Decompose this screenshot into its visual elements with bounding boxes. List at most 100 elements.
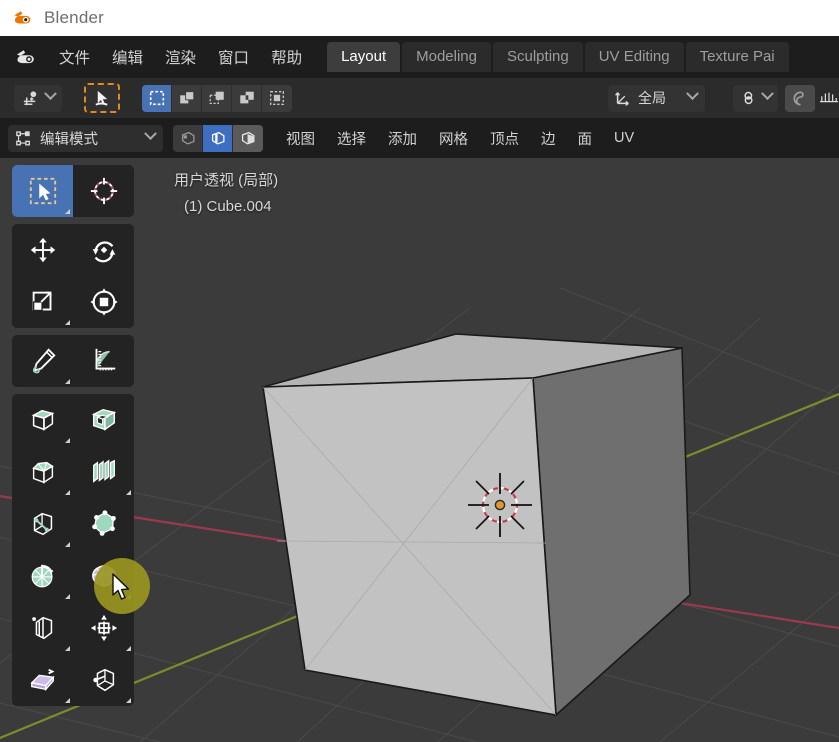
select-mode-group <box>142 84 292 112</box>
menu-render[interactable]: 渲染 <box>154 42 207 72</box>
tool-group-corner-icon <box>65 698 70 703</box>
tool-group-select <box>12 165 134 217</box>
cube-mesh <box>262 333 691 717</box>
tool-group-corner-icon <box>65 320 70 325</box>
tool-inset-faces[interactable] <box>73 394 134 446</box>
falloff-curve-icon <box>820 92 838 103</box>
tool-group-corner-icon <box>65 542 70 547</box>
transform-orientation-icon <box>615 92 629 106</box>
tool-group-annotate <box>12 335 134 387</box>
tab-texture-paint[interactable]: Texture Pai <box>685 42 789 72</box>
tool-group-transform <box>12 224 134 328</box>
chevron-down-icon <box>144 126 157 140</box>
tweak-select-tool-icon <box>94 90 108 106</box>
tool-shear[interactable] <box>12 654 73 706</box>
proportional-editing-toggle[interactable] <box>785 84 815 112</box>
tool-group-corner-icon <box>65 438 70 443</box>
tab-sculpting[interactable]: Sculpting <box>493 42 583 72</box>
menu-add[interactable]: 添加 <box>379 124 426 153</box>
select-invert-icon[interactable] <box>232 84 262 112</box>
3d-viewport[interactable]: 用户透视 (局部) (1) Cube.004 <box>0 158 839 742</box>
proportional-editing-icon <box>792 90 804 106</box>
active-tool-button[interactable] <box>84 83 120 113</box>
tool-loop-cut[interactable] <box>73 446 134 498</box>
mesh-select-mode-group <box>173 124 263 152</box>
menu-view[interactable]: 视图 <box>277 124 324 153</box>
menu-edit[interactable]: 编辑 <box>101 42 154 72</box>
tool-transform[interactable] <box>73 276 134 328</box>
blender-logo-icon <box>12 7 34 29</box>
transform-orientation-selector[interactable]: 全局 <box>608 84 705 112</box>
tool-move[interactable] <box>12 224 73 276</box>
tool-group-corner-icon <box>126 490 131 495</box>
tool-tweak-select[interactable] <box>12 165 73 217</box>
edge-select-mode-icon[interactable] <box>203 124 233 152</box>
menu-face[interactable]: 面 <box>569 124 602 153</box>
tool-annotate[interactable] <box>12 335 73 387</box>
blender-window: Blender 文件 编辑 渲染 窗口 帮助 Layout Modeling S… <box>0 0 839 742</box>
mouse-pointer-icon <box>111 573 133 603</box>
menu-uv[interactable]: UV <box>605 126 643 150</box>
viewport-view-name: 用户透视 (局部) <box>174 172 279 189</box>
falloff-selector[interactable] <box>818 89 839 107</box>
tool-cursor[interactable] <box>73 165 134 217</box>
window-title: Blender <box>44 8 104 27</box>
tool-edge-slide[interactable] <box>12 602 73 654</box>
select-box-icon[interactable] <box>142 84 172 112</box>
tool-group-corner-icon <box>65 379 70 384</box>
tab-modeling[interactable]: Modeling <box>402 42 491 72</box>
3d-cursor-icon <box>468 473 532 537</box>
workspace-tabs: Layout Modeling Sculpting UV Editing Tex… <box>327 36 791 78</box>
top-menu-bar: 文件 编辑 渲染 窗口 帮助 Layout Modeling Sculpting… <box>0 36 839 78</box>
menu-vertex[interactable]: 顶点 <box>481 124 528 153</box>
menu-select[interactable]: 选择 <box>328 124 375 153</box>
mode-label: 编辑模式 <box>40 131 98 148</box>
tab-uv-editing[interactable]: UV Editing <box>584 42 684 72</box>
tool-group-corner-icon <box>65 490 70 495</box>
tool-extrude-region[interactable] <box>12 394 73 446</box>
tool-group-corner-icon <box>126 646 131 651</box>
snap-selector[interactable] <box>733 84 778 112</box>
editor-type-selector[interactable] <box>14 84 62 112</box>
tab-layout[interactable]: Layout <box>327 42 401 72</box>
select-intersect-icon[interactable] <box>262 85 292 112</box>
viewport-menus: 视图 选择 添加 网格 顶点 边 面 UV <box>277 124 643 153</box>
menu-window[interactable]: 窗口 <box>207 42 260 72</box>
tool-group-mesh-edit <box>12 394 134 706</box>
interaction-mode-selector[interactable]: 编辑模式 <box>8 124 163 152</box>
vertex-select-mode-icon[interactable] <box>173 124 203 152</box>
cube-face-right <box>532 347 691 717</box>
snap-magnet-icon <box>744 91 753 105</box>
menu-file[interactable]: 文件 <box>48 42 101 72</box>
face-select-mode-icon[interactable] <box>233 124 263 152</box>
menu-help[interactable]: 帮助 <box>260 42 313 72</box>
viewport-header: 编辑模式 视图 选择 添加 网格 顶点 边 面 UV <box>0 118 839 158</box>
viewport-object-name: (1) Cube.004 <box>184 198 272 215</box>
viewport-info-overlay: 用户透视 (局部) (1) Cube.004 <box>174 168 278 220</box>
blender-menu-logo-icon[interactable] <box>14 46 40 68</box>
chevron-down-icon <box>44 86 57 100</box>
cube-face-front <box>262 377 557 716</box>
tool-group-corner-icon <box>65 209 70 214</box>
tool-rotate[interactable] <box>73 224 134 276</box>
tool-knife[interactable] <box>12 498 73 550</box>
select-extend-icon[interactable] <box>172 84 202 112</box>
orientation-label: 全局 <box>638 90 666 106</box>
menu-mesh[interactable]: 网格 <box>430 124 477 153</box>
tool-group-corner-icon <box>65 594 70 599</box>
edit-mode-icon <box>16 130 30 145</box>
tool-rip-region[interactable] <box>73 654 134 706</box>
select-subtract-icon[interactable] <box>202 84 232 112</box>
editor-type-icon <box>16 86 44 111</box>
menu-edge[interactable]: 边 <box>532 124 565 153</box>
tool-scale[interactable] <box>12 276 73 328</box>
tool-measure[interactable] <box>73 335 134 387</box>
tool-poly-build[interactable] <box>73 498 134 550</box>
tool-spin[interactable] <box>12 550 73 602</box>
toolbar-shelf <box>12 165 134 713</box>
tool-group-corner-icon <box>65 646 70 651</box>
tool-group-corner-icon <box>126 698 131 703</box>
window-titlebar: Blender <box>0 0 839 36</box>
tool-settings-bar: 全局 <box>0 78 839 118</box>
tool-bevel[interactable] <box>12 446 73 498</box>
